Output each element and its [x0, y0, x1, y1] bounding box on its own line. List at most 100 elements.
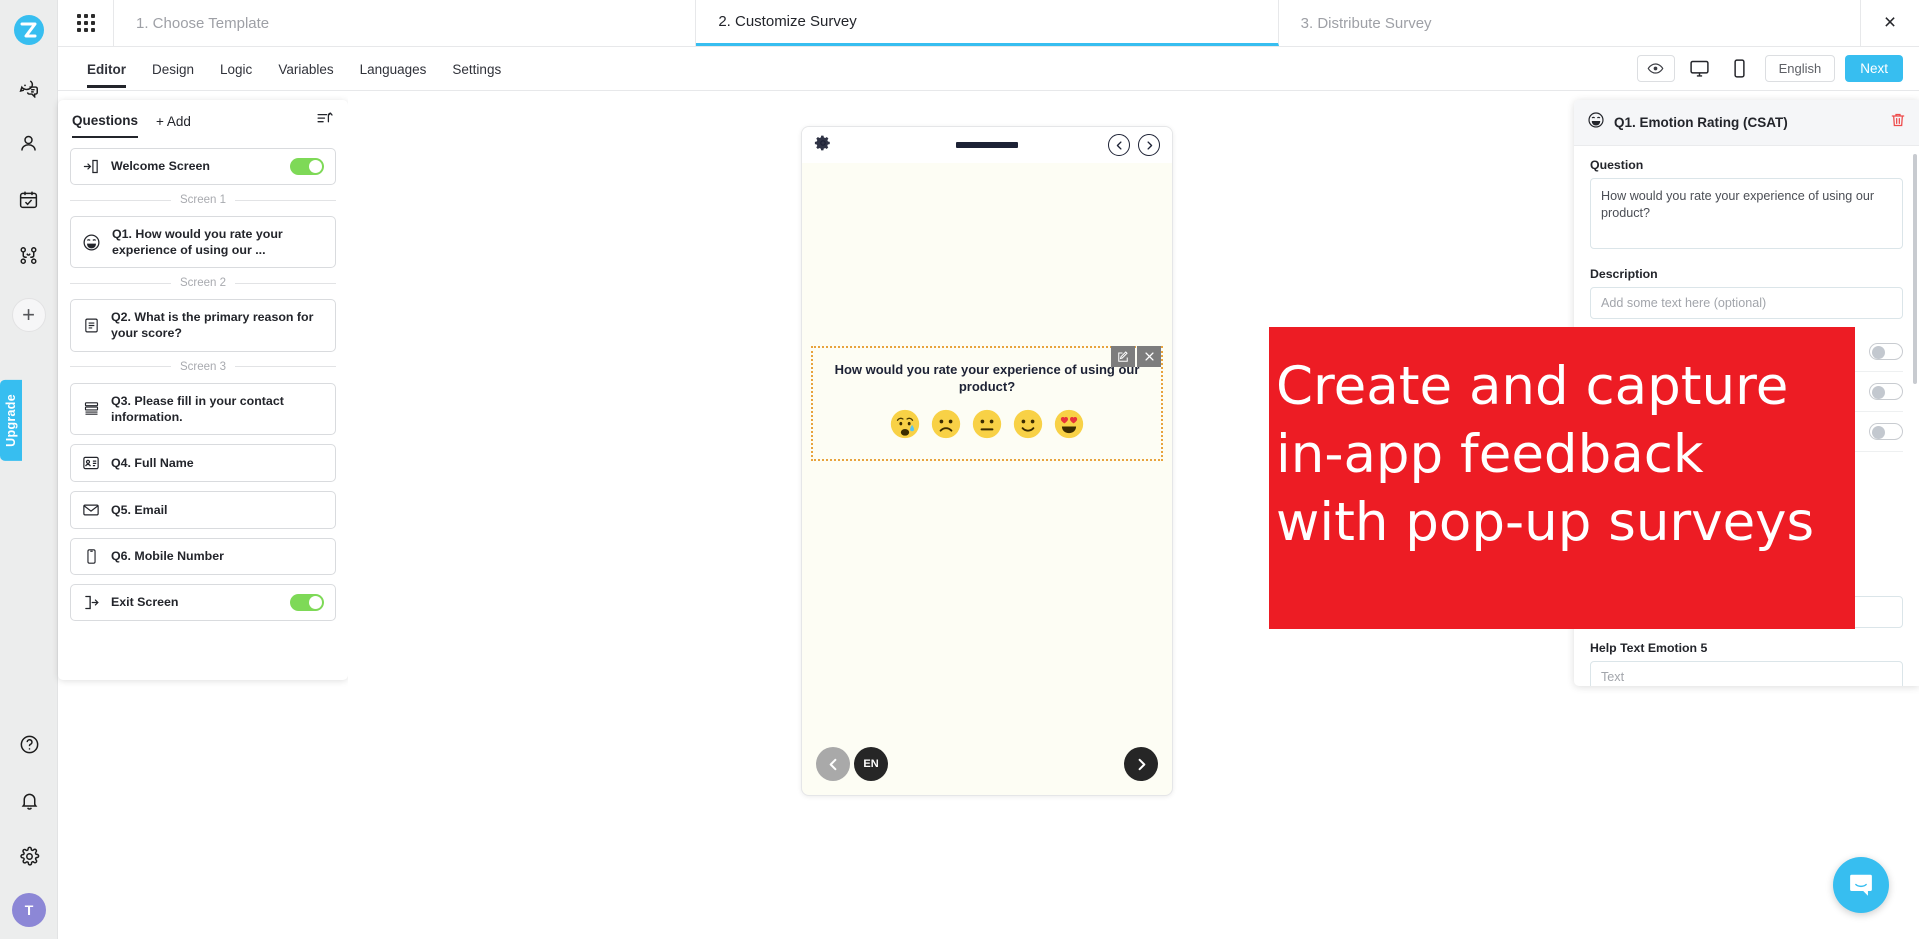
- list-item-q5[interactable]: Q5. Email: [70, 491, 336, 529]
- reorder-icon[interactable]: [315, 110, 334, 140]
- screen-separator-2: Screen 2: [70, 277, 336, 289]
- promo-line-3: with pop-up surveys: [1273, 489, 1855, 557]
- mobile-icon[interactable]: [1725, 55, 1755, 82]
- promo-overlay-banner: Create and capture in-app feedback with …: [1269, 327, 1855, 629]
- chat-bubble-icon[interactable]: [1833, 857, 1889, 913]
- sidebar-item-workflows[interactable]: [8, 234, 50, 276]
- desktop-icon[interactable]: [1685, 55, 1715, 82]
- tab-editor[interactable]: Editor: [74, 50, 139, 88]
- preview-header: [802, 127, 1172, 163]
- separator-label: Screen 1: [180, 194, 226, 206]
- welcome-screen-toggle[interactable]: [290, 158, 324, 175]
- toolbar-actions: English Next: [1637, 55, 1919, 82]
- preview-footer: EN: [802, 747, 1172, 781]
- settings-scrollbar[interactable]: [1913, 154, 1917, 384]
- neutral-face-emoji[interactable]: [972, 409, 1002, 439]
- sidebar-item-feedback[interactable]: [8, 66, 50, 108]
- preview-next-button[interactable]: [1138, 134, 1160, 156]
- help-icon[interactable]: [8, 723, 50, 765]
- settings-icon[interactable]: [8, 835, 50, 877]
- setting-toggle-2[interactable]: [1869, 383, 1903, 400]
- sidebar-item-tasks[interactable]: [8, 178, 50, 220]
- upgrade-badge[interactable]: Upgrade: [0, 380, 22, 461]
- crying-face-emoji[interactable]: [890, 409, 920, 439]
- preview-prev-button[interactable]: [1108, 134, 1130, 156]
- questions-panel-header: Questions + Add: [58, 100, 348, 140]
- trash-icon[interactable]: [1890, 112, 1906, 133]
- list-item-welcome-screen[interactable]: Welcome Screen: [70, 148, 336, 185]
- list-item-label: Q1. How would you rate your experience o…: [112, 226, 324, 258]
- tab-languages[interactable]: Languages: [347, 50, 440, 88]
- add-question-button[interactable]: + Add: [156, 114, 191, 137]
- list-item-label: Q4. Full Name: [111, 455, 324, 471]
- phone-icon: [82, 548, 100, 565]
- avatar[interactable]: T: [12, 893, 46, 927]
- left-rail: + Upgrade T: [0, 0, 58, 939]
- frowning-face-emoji[interactable]: [931, 409, 961, 439]
- gear-icon[interactable]: [814, 134, 832, 157]
- step-distribute-survey[interactable]: 3. Distribute Survey: [1279, 0, 1861, 46]
- list-item-q3[interactable]: Q3. Please fill in your contact informat…: [70, 383, 336, 435]
- apps-grid-icon[interactable]: [58, 0, 114, 46]
- promo-line-2: in-app feedback: [1273, 421, 1855, 489]
- list-item-q2[interactable]: Q2. What is the primary reason for your …: [70, 299, 336, 351]
- separator-line: [235, 200, 336, 201]
- step-customize-survey[interactable]: 2. Customize Survey: [696, 0, 1278, 46]
- app-logo[interactable]: [7, 8, 51, 52]
- questions-panel: Questions + Add Welcome Screen Screen 1: [58, 100, 348, 680]
- notifications-icon[interactable]: [8, 779, 50, 821]
- heart-eyes-emoji[interactable]: [1054, 409, 1084, 439]
- help-text-5-label: Help Text Emotion 5: [1590, 641, 1903, 655]
- eye-icon[interactable]: [1637, 55, 1675, 82]
- question-input[interactable]: [1590, 178, 1903, 249]
- slightly-smiling-face-emoji[interactable]: [1013, 409, 1043, 439]
- help-text-5-input[interactable]: [1590, 661, 1903, 686]
- list-item-exit-screen[interactable]: Exit Screen: [70, 584, 336, 621]
- tab-variables[interactable]: Variables: [265, 50, 346, 88]
- preview-language-button[interactable]: EN: [854, 747, 888, 781]
- description-field-label: Description: [1590, 267, 1903, 281]
- screen-separator-3: Screen 3: [70, 361, 336, 373]
- description-field-group: Description: [1590, 267, 1903, 319]
- setting-toggle-1[interactable]: [1869, 343, 1903, 360]
- exit-screen-toggle[interactable]: [290, 594, 324, 611]
- question-tools: [1111, 346, 1161, 367]
- separator-label: Screen 3: [180, 361, 226, 373]
- separator-line: [70, 200, 171, 201]
- questions-tab[interactable]: Questions: [72, 113, 138, 138]
- close-icon[interactable]: ×: [1861, 0, 1919, 46]
- separator-label: Screen 2: [180, 277, 226, 289]
- separator-line: [70, 366, 171, 367]
- tab-design[interactable]: Design: [139, 50, 207, 88]
- list-item-label: Q6. Mobile Number: [111, 548, 324, 564]
- preview-footer-prev-button[interactable]: [816, 747, 850, 781]
- list-item-label: Q3. Please fill in your contact informat…: [111, 393, 324, 425]
- edit-question-button[interactable]: [1111, 346, 1135, 367]
- list-item-label: Exit Screen: [111, 594, 279, 610]
- help-text-5-group: Help Text Emotion 5: [1590, 641, 1903, 686]
- preview-footer-next-button[interactable]: [1124, 747, 1158, 781]
- add-button[interactable]: +: [12, 298, 46, 332]
- tab-settings[interactable]: Settings: [439, 50, 514, 88]
- separator-line: [235, 283, 336, 284]
- list-item-q6[interactable]: Q6. Mobile Number: [70, 538, 336, 575]
- question-field-group: Question: [1590, 158, 1903, 254]
- setting-toggle-3[interactable]: [1869, 423, 1903, 440]
- list-item-q1[interactable]: Q1. How would you rate your experience o…: [70, 216, 336, 268]
- questions-list: Welcome Screen Screen 1 Q1. How would yo…: [58, 140, 348, 638]
- sidebar-item-contacts[interactable]: [8, 122, 50, 164]
- language-selector[interactable]: English: [1765, 55, 1836, 82]
- delete-question-button[interactable]: [1137, 346, 1161, 367]
- preview-title-bar: [956, 142, 1018, 148]
- rail-bottom-group: T: [0, 709, 58, 927]
- editor-tab-bar: Editor Design Logic Variables Languages …: [58, 47, 1919, 91]
- question-field-label: Question: [1590, 158, 1903, 172]
- next-button[interactable]: Next: [1845, 55, 1903, 82]
- tab-logic[interactable]: Logic: [207, 50, 265, 88]
- step-choose-template[interactable]: 1. Choose Template: [114, 0, 696, 46]
- contact-card-icon: [82, 454, 100, 472]
- list-item-q4[interactable]: Q4. Full Name: [70, 444, 336, 482]
- description-input[interactable]: [1590, 287, 1903, 319]
- promo-line-1: Create and capture: [1273, 353, 1855, 421]
- preview-question-block[interactable]: How would you rate your experience of us…: [811, 346, 1163, 461]
